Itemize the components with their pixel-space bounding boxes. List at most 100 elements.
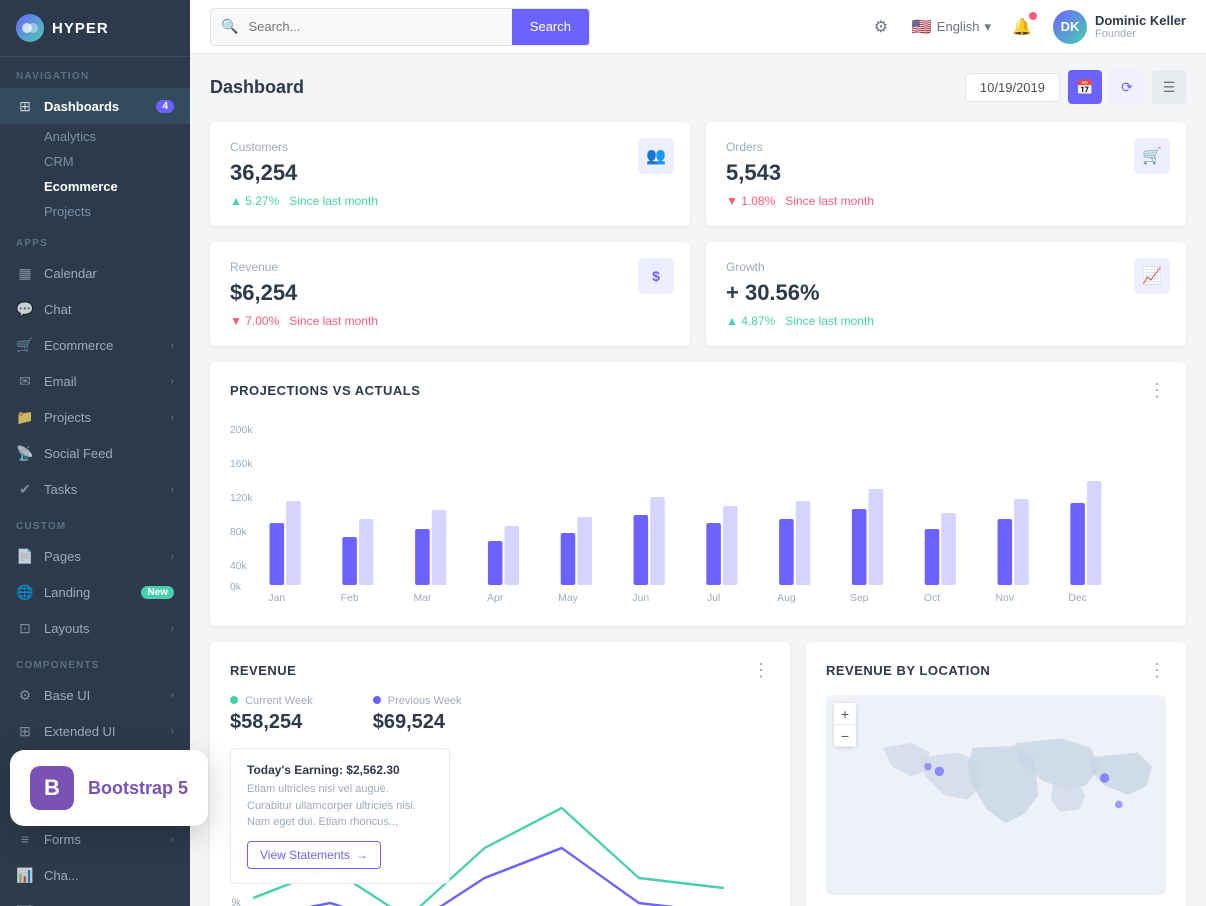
prev-week-label: Previous Week (373, 695, 462, 707)
prev-week-stat: Previous Week $69,524 (373, 695, 462, 734)
bootstrap-popup[interactable]: B Bootstrap 5 (10, 750, 190, 826)
tasks-arrow-icon: › (171, 484, 174, 495)
customers-change: ▲ 5.27% Since last month (230, 194, 670, 208)
svg-text:Aug: Aug (777, 593, 796, 604)
customers-value: 36,254 (230, 160, 670, 186)
email-arrow-icon: › (171, 376, 174, 387)
page-header-right: 10/19/2019 📅 ⟳ ☰ (965, 70, 1186, 104)
sidebar-item-extended-ui[interactable]: ⊞ Extended UI › (0, 713, 190, 749)
sidebar-item-pages[interactable]: 📄 Pages › (0, 538, 190, 574)
sidebar-sub-ecommerce[interactable]: Ecommerce (0, 174, 190, 199)
map-zoom-in-button[interactable]: + (834, 703, 856, 725)
stat-card-growth: Growth + 30.56% ▲ 4.87% Since last month… (706, 242, 1186, 346)
svg-text:Mar: Mar (413, 593, 432, 604)
settings-icon[interactable]: ⚙ (864, 10, 898, 44)
sidebar-item-email[interactable]: ✉ Email › (0, 363, 190, 399)
prev-week-dot (373, 696, 381, 704)
projects-arrow-icon: › (171, 412, 174, 423)
sidebar-item-layouts[interactable]: ⊡ Layouts › (0, 610, 190, 646)
sidebar-item-chat[interactable]: 💬 Chat (0, 291, 190, 327)
sidebar-item-dashboards[interactable]: ⊞ Dashboards 4 (0, 88, 190, 124)
sidebar-item-base-ui[interactable]: ⚙ Base UI › (0, 677, 190, 713)
location-title: REVENUE BY LOCATION (826, 663, 1148, 678)
orders-icon: 🛒 (1134, 138, 1170, 174)
customers-label: Customers (230, 140, 670, 154)
search-input[interactable] (248, 11, 511, 42)
user-info[interactable]: DK Dominic Keller Founder (1053, 10, 1186, 44)
sidebar-label-email: Email (44, 374, 171, 389)
revenue-stats: Current Week $58,254 Previous Week $69,5… (230, 695, 770, 734)
location-card-header: REVENUE BY LOCATION ⋮ (826, 660, 1166, 681)
sidebar-item-ecommerce[interactable]: 🛒 Ecommerce › (0, 327, 190, 363)
view-stmt-arrow-icon: → (356, 848, 368, 862)
overlay-desc: Etiam ultricies nisi vel augue. Curabitu… (247, 781, 433, 831)
stats-row: Customers 36,254 ▲ 5.27% Since last mont… (210, 122, 1186, 346)
sidebar-label-landing: Landing (44, 585, 141, 600)
svg-text:Feb: Feb (341, 593, 359, 604)
growth-label: Growth (726, 260, 1166, 274)
calendar-icon: ▦ (16, 264, 34, 282)
orders-change: ▼ 1.08% Since last month (726, 194, 1166, 208)
sidebar-item-landing[interactable]: 🌐 Landing New (0, 574, 190, 610)
refresh-button[interactable]: ⟳ (1110, 70, 1144, 104)
view-statements-button[interactable]: View Statements → (247, 841, 381, 869)
user-role: Founder (1095, 28, 1186, 40)
world-map: + − (826, 695, 1166, 895)
sidebar-sub-analytics[interactable]: Analytics (0, 124, 190, 149)
notifications-button[interactable]: 🔔 (1005, 10, 1039, 44)
current-week-stat: Current Week $58,254 (230, 695, 313, 734)
revenue-card: REVENUE ⋮ Current Week $58,254 (210, 642, 790, 906)
layouts-icon: ⊡ (16, 619, 34, 637)
user-details: Dominic Keller Founder (1095, 13, 1186, 41)
stat-card-revenue: Revenue $6,254 ▼ 7.00% Since last month … (210, 242, 690, 346)
sidebar-item-calendar[interactable]: ▦ Calendar (0, 255, 190, 291)
revenue-card-header: REVENUE ⋮ (230, 660, 770, 681)
page-header: Dashboard 10/19/2019 📅 ⟳ ☰ (210, 70, 1186, 104)
sidebar-label-pages: Pages (44, 549, 171, 564)
search-button[interactable]: Search (512, 9, 589, 45)
sidebar-item-social-feed[interactable]: 📡 Social Feed (0, 435, 190, 471)
topbar: 🔍 Search ⚙ 🇺🇸 English ▾ 🔔 DK Dominic Kel… (190, 0, 1206, 54)
sidebar-item-forms[interactable]: ≡ Forms › (0, 821, 190, 857)
logo-icon (16, 14, 44, 42)
logo-text: HYPER (52, 20, 109, 37)
projects-icon: 📁 (16, 408, 34, 426)
svg-text:Apr: Apr (487, 593, 504, 604)
base-ui-arrow-icon: › (171, 690, 174, 701)
landing-badge-new: New (141, 586, 174, 599)
revenue-menu-button[interactable]: ⋮ (752, 660, 770, 681)
sidebar-item-multi-level[interactable]: 🗺 Multi Level › (0, 893, 190, 906)
social-feed-icon: 📡 (16, 444, 34, 462)
sidebar-label-extended-ui: Extended UI (44, 724, 171, 739)
orders-label: Orders (726, 140, 1166, 154)
map-zoom-out-button[interactable]: − (834, 725, 856, 747)
stat-card-customers: Customers 36,254 ▲ 5.27% Since last mont… (210, 122, 690, 226)
projections-header: PROJECTIONS VS ACTUALS ⋮ (230, 380, 1166, 401)
language-label: English (937, 19, 980, 34)
flag-icon: 🇺🇸 (912, 17, 932, 37)
sidebar-item-projects[interactable]: 📁 Projects › (0, 399, 190, 435)
projections-menu-button[interactable]: ⋮ (1148, 380, 1166, 401)
svg-text:Oct: Oct (924, 593, 940, 604)
calendar-button[interactable]: 📅 (1068, 70, 1102, 104)
sidebar-item-tasks[interactable]: ✔ Tasks › (0, 471, 190, 507)
sidebar-sub-projects[interactable]: Projects (0, 199, 190, 224)
svg-text:Jun: Jun (632, 593, 649, 604)
svg-text:80k: 80k (230, 527, 248, 538)
sidebar-sub-crm[interactable]: CRM (0, 149, 190, 174)
language-select[interactable]: 🇺🇸 English ▾ (912, 17, 991, 37)
revenue-map-grid: REVENUE ⋮ Current Week $58,254 (210, 642, 1186, 906)
sidebar-item-charts[interactable]: 📊 Cha... (0, 857, 190, 893)
charts-icon: 📊 (16, 866, 34, 884)
content-area: Dashboard 10/19/2019 📅 ⟳ ☰ Customers 36,… (190, 54, 1206, 906)
main-area: 🔍 Search ⚙ 🇺🇸 English ▾ 🔔 DK Dominic Kel… (190, 0, 1206, 906)
growth-icon: 📈 (1134, 258, 1170, 294)
dashboards-badge: 4 (156, 100, 174, 113)
revenue-icon: $ (638, 258, 674, 294)
sidebar-label-ecommerce: Ecommerce (44, 338, 171, 353)
filter-button[interactable]: ☰ (1152, 70, 1186, 104)
logo[interactable]: HYPER (0, 0, 190, 57)
nav-section-apps: APPS (0, 224, 190, 255)
location-menu-button[interactable]: ⋮ (1148, 660, 1166, 681)
map-controls: + − (834, 703, 856, 747)
